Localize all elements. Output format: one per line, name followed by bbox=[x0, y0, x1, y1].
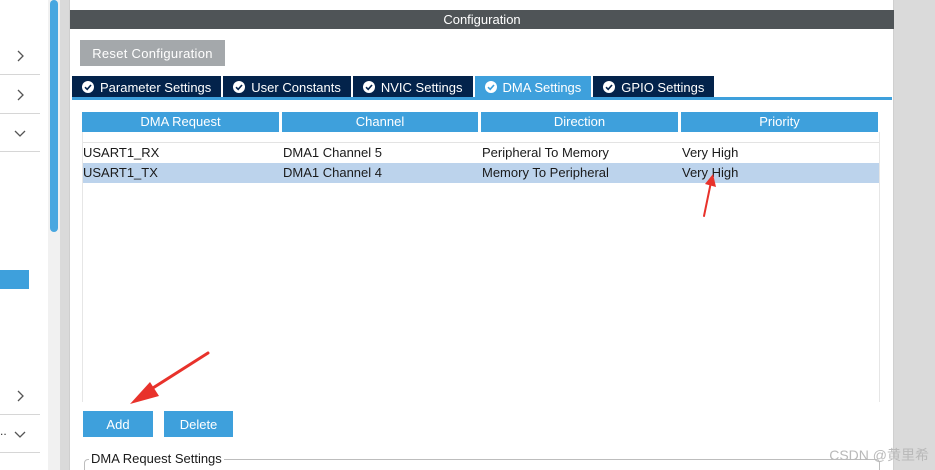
cell-channel[interactable]: DMA1 Channel 4 bbox=[282, 163, 481, 183]
sidebar-item-3[interactable] bbox=[0, 114, 40, 152]
tab-label: NVIC Settings bbox=[380, 79, 463, 95]
sidebar-item-1[interactable] bbox=[0, 37, 40, 75]
chevron-right-icon bbox=[17, 89, 24, 100]
chevron-down-icon bbox=[14, 431, 26, 438]
tab-label: User Constants bbox=[251, 79, 341, 95]
chevron-right-icon bbox=[17, 390, 24, 401]
chevron-right-icon bbox=[17, 50, 24, 61]
cell-channel[interactable]: DMA1 Channel 5 bbox=[282, 143, 481, 163]
tab-user-constants[interactable]: User Constants bbox=[223, 76, 351, 98]
check-circle-icon bbox=[82, 81, 94, 93]
chevron-down-icon bbox=[14, 130, 26, 137]
tab-parameter-settings[interactable]: Parameter Settings bbox=[72, 76, 222, 98]
tab-nvic-settings[interactable]: NVIC Settings bbox=[352, 76, 473, 98]
cell-priority[interactable]: Very High bbox=[681, 143, 880, 163]
tab-dma-settings[interactable]: DMA Settings bbox=[474, 76, 592, 98]
left-sidebar: .. bbox=[0, 0, 48, 470]
sidebar-item-2[interactable] bbox=[0, 76, 40, 114]
check-circle-icon bbox=[362, 81, 375, 93]
tab-underline bbox=[72, 97, 892, 100]
column-header-channel[interactable]: Channel bbox=[282, 112, 478, 132]
table-border bbox=[879, 132, 880, 402]
table-body: USART1_RX DMA1 Channel 5 Peripheral To M… bbox=[82, 142, 880, 183]
table-border bbox=[82, 132, 83, 402]
tab-label: DMA Settings bbox=[502, 79, 582, 95]
dma-request-table: DMA Request Channel Direction Priority U… bbox=[82, 112, 880, 183]
column-header-priority[interactable]: Priority bbox=[681, 112, 878, 132]
cell-direction[interactable]: Memory To Peripheral bbox=[481, 163, 681, 183]
sidebar-scrollbar-thumb[interactable] bbox=[50, 0, 58, 232]
sidebar-ellipsis: .. bbox=[0, 424, 7, 438]
tab-gpio-settings[interactable]: GPIO Settings bbox=[593, 76, 715, 98]
dma-request-settings-label: DMA Request Settings bbox=[89, 451, 224, 466]
reset-configuration-button[interactable]: Reset Configuration bbox=[80, 40, 225, 66]
table-row[interactable]: USART1_RX DMA1 Channel 5 Peripheral To M… bbox=[82, 143, 880, 163]
delete-button[interactable]: Delete bbox=[164, 411, 233, 437]
sidebar-selected-item[interactable] bbox=[0, 270, 29, 289]
add-button[interactable]: Add bbox=[83, 411, 153, 437]
cell-priority[interactable]: Very High bbox=[681, 163, 880, 183]
check-circle-icon bbox=[484, 81, 497, 93]
tab-label: GPIO Settings bbox=[621, 79, 705, 95]
settings-tabs: Parameter Settings User Constants NVIC S… bbox=[72, 76, 715, 98]
column-header-dma-request[interactable]: DMA Request bbox=[82, 112, 279, 132]
configuration-panel bbox=[69, 0, 894, 470]
configuration-header: Configuration bbox=[70, 10, 894, 29]
check-circle-icon bbox=[603, 81, 616, 93]
watermark: CSDN @黄里希 bbox=[829, 447, 929, 463]
table-row[interactable]: USART1_TX DMA1 Channel 4 Memory To Perip… bbox=[82, 163, 880, 183]
table-header: DMA Request Channel Direction Priority bbox=[82, 112, 880, 132]
cell-dma-request: USART1_RX bbox=[83, 145, 160, 160]
tab-label: Parameter Settings bbox=[100, 79, 212, 95]
check-circle-icon bbox=[233, 81, 246, 93]
column-header-direction[interactable]: Direction bbox=[481, 112, 678, 132]
sidebar-item-4[interactable] bbox=[0, 377, 40, 415]
cell-dma-request: USART1_TX bbox=[83, 165, 158, 180]
cell-direction[interactable]: Peripheral To Memory bbox=[481, 143, 681, 163]
